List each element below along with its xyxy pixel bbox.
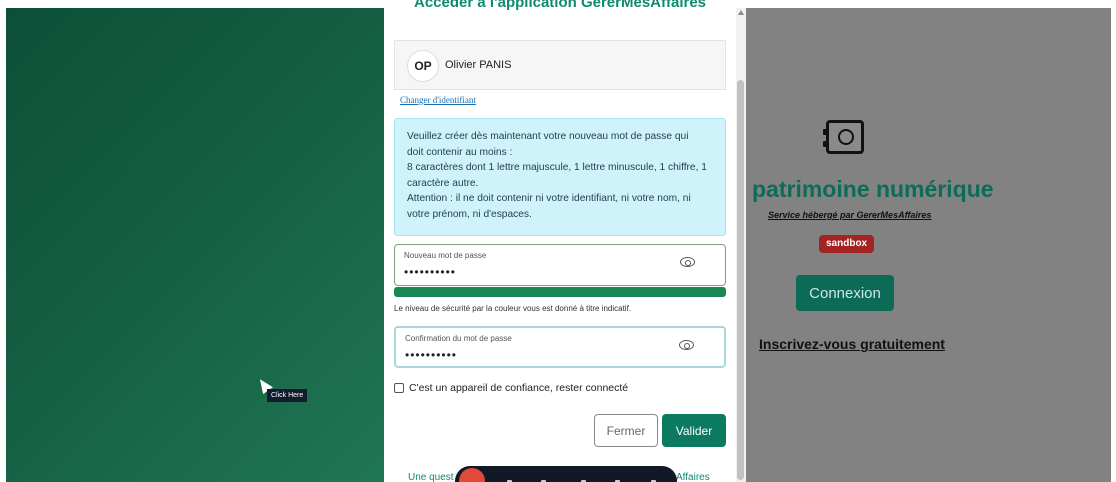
validate-button[interactable]: Valider (662, 414, 726, 447)
info-line: Veuillez créer dès maintenant votre nouv… (407, 131, 689, 142)
password-rules-info: Veuillez créer dès maintenant votre nouv… (394, 118, 726, 236)
info-line: caractère autre. (407, 177, 479, 189)
brand-title: patrimoine numérique (752, 176, 994, 202)
new-password-field[interactable]: Nouveau mot de passe •••••••••• (394, 244, 726, 286)
info-line: Attention : il ne doit contenir ni votre… (407, 193, 691, 204)
info-line: 8 caractères dont 1 lettre majuscule, 1 … (407, 162, 707, 173)
scroll-up-arrow-icon[interactable] (738, 10, 744, 15)
connexion-button[interactable]: Connexion (796, 275, 894, 311)
scrollbar-thumb[interactable] (737, 80, 744, 480)
password-modal: Accéder à l'application GererMesAffaires… (384, 0, 746, 482)
trust-device-checkbox[interactable] (394, 383, 404, 393)
password-strength-bar (394, 287, 726, 297)
footer-link[interactable]: Affaires (676, 472, 710, 482)
confirm-password-field[interactable]: Confirmation du mot de passe •••••••••• (394, 326, 726, 368)
record-icon[interactable] (459, 468, 485, 482)
safe-icon (823, 120, 864, 154)
new-password-label: Nouveau mot de passe (404, 251, 487, 260)
change-id-link[interactable]: Changer d'identifiant (400, 95, 476, 105)
sandbox-badge: sandbox (819, 235, 875, 253)
user-name: Olivier PANIS (445, 59, 512, 71)
strength-note: Le niveau de sécurité par la couleur vou… (394, 304, 632, 313)
eye-icon[interactable] (679, 340, 694, 350)
background-right-panel (746, 8, 1111, 482)
footer-link[interactable]: Une quest (408, 472, 454, 482)
user-card: OP Olivier PANIS (394, 40, 726, 90)
new-password-value: •••••••••• (404, 265, 457, 279)
trust-device-row[interactable]: C'est un appareil de confiance, rester c… (394, 382, 628, 394)
info-line: votre prénom, ni d'espaces. (407, 208, 532, 220)
close-button[interactable]: Fermer (594, 414, 658, 447)
signup-link[interactable]: Inscrivez-vous gratuitement (759, 336, 945, 352)
confirm-password-label: Confirmation du mot de passe (405, 334, 512, 343)
safe-dial (838, 129, 854, 145)
avatar: OP (407, 50, 439, 82)
floating-toolbar[interactable] (455, 466, 677, 482)
trust-device-label: C'est un appareil de confiance, rester c… (409, 382, 629, 394)
background-left-panel (6, 8, 384, 482)
hosted-by-link[interactable]: Service hébergé par GererMesAffaires (768, 210, 931, 220)
info-line: doit contenir au moins : (407, 146, 513, 158)
cursor-tooltip: Click Here (267, 389, 308, 402)
confirm-password-value: •••••••••• (405, 348, 458, 362)
eye-icon[interactable] (680, 257, 695, 267)
modal-title: Accéder à l'application GererMesAffaires (414, 0, 707, 11)
